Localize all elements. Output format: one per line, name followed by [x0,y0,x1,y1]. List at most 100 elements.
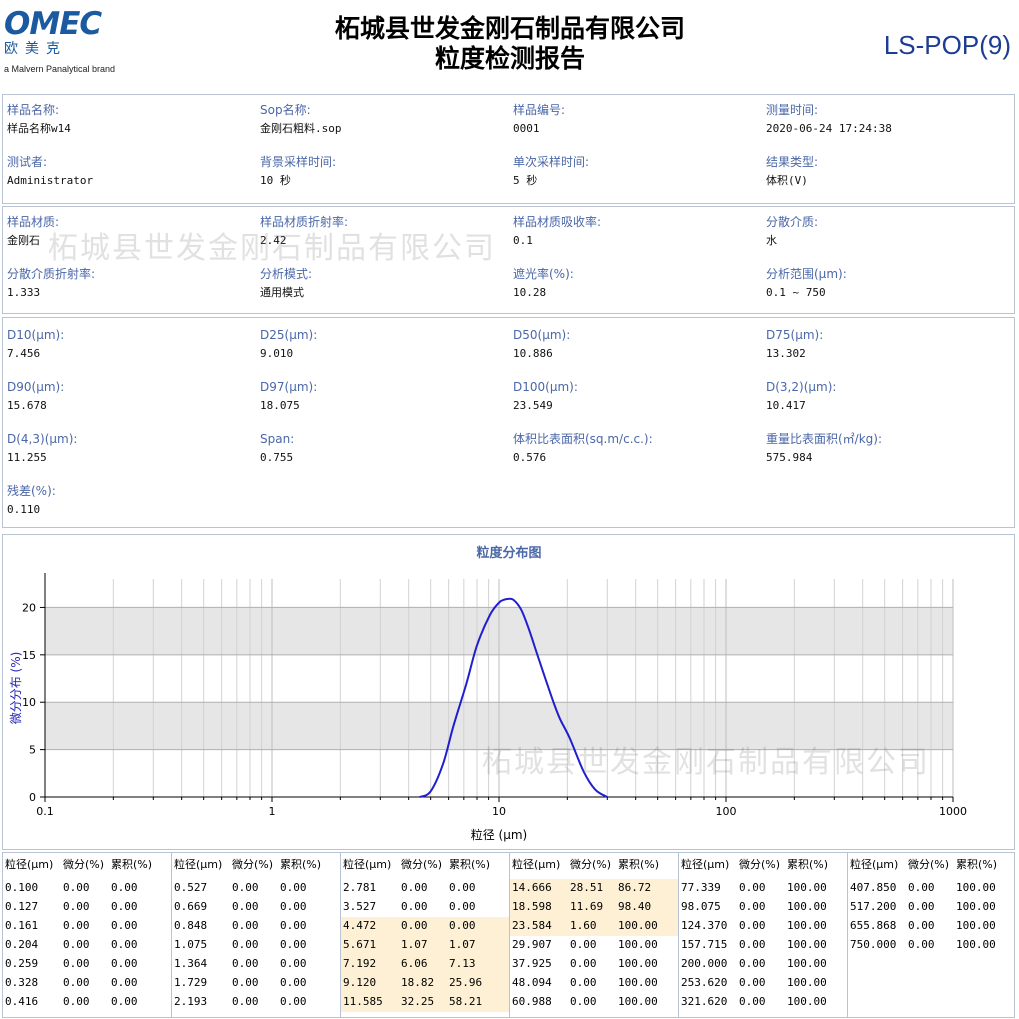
field-value: 0.755 [260,451,294,464]
table-cell: 0.00 [280,900,307,913]
table-cell: 0.259 [5,957,39,970]
table-cell: 0.00 [63,995,90,1008]
field-value: 9.010 [260,347,294,360]
table-header: 粒径(μm) [5,858,54,871]
table-cell: 0.00 [570,957,597,970]
field-label: D(3,2)(μm): [766,380,837,394]
table-header: 累积(%) [449,858,491,871]
x-tick-label: 1000 [939,805,967,818]
table-cell: 9.120 [343,976,377,989]
chart-title: 粒度分布图 [476,545,541,561]
result-residual: 残差(%): 0.110 [7,483,257,518]
table-cell: 0.00 [739,881,766,894]
table-cell: 157.715 [681,938,728,951]
field-label: 分散介质折射率: [7,267,96,281]
field-label: D75(μm): [766,328,824,342]
field-label: 测试者: [7,155,48,169]
field-label: 样品材质: [7,215,60,229]
table-row: 1.729 0.00 0.00 [172,974,340,993]
table-cell: 0.00 [280,957,307,970]
table-cell: 0.00 [449,900,476,913]
table-cell: 0.00 [232,919,259,932]
table-cell: 0.204 [5,938,39,951]
result-d100: D100(μm): 23.549 [513,379,763,414]
field-sop-name: Sop名称: 金刚石粗料.sop [260,102,510,137]
table-cell: 2.193 [174,995,208,1008]
field-label: D100(μm): [513,380,578,394]
table-cell: 100.00 [618,957,658,970]
table-cell: 100.00 [618,938,658,951]
x-tick-label: 0.1 [36,805,54,818]
table-cell: 37.925 [512,957,552,970]
table-cell: 0.00 [908,900,935,913]
field-label: 遮光率(%): [513,267,574,281]
table-cell: 124.370 [681,919,728,932]
field-value: 体积(V) [766,174,808,187]
field-value: 水 [766,234,777,247]
table-cell: 0.00 [739,900,766,913]
result-d97: D97(μm): 18.075 [260,379,510,414]
table-cell: 0.161 [5,919,39,932]
table-block: 粒径(μm) 微分(%) 累积(%) 0.527 0.00 0.00 0.669 0.00 0.… [171,853,339,1017]
field-value: 575.984 [766,451,813,464]
table-cell: 100.00 [787,957,827,970]
field-label: 样品材质吸收率: [513,215,602,229]
table-row: 48.094 0.00 100.00 [510,974,678,993]
table-cell: 0.00 [232,976,259,989]
field-label: D10(μm): [7,328,65,342]
table-row: 1.364 0.00 0.00 [172,955,340,974]
table-cell: 0.00 [63,976,90,989]
table-cell: 0.00 [570,938,597,951]
table-cell: 0.00 [908,881,935,894]
table-cell: 0.00 [111,900,138,913]
table-header: 粒径(μm) [343,858,392,871]
field-label: D50(μm): [513,328,571,342]
table-row: 0.416 0.00 0.00 [3,993,171,1012]
field-dispersant: 分散介质: 水 [766,214,1016,249]
table-cell: 18.598 [512,900,552,913]
table-cell: 0.00 [401,919,428,932]
report-name: 粒度检测报告 [434,44,585,73]
table-cell: 3.527 [343,900,377,913]
table-cell: 77.339 [681,881,721,894]
table-row: 407.850 0.00 100.00 [848,879,1016,898]
field-value: 样品名称w14 [7,122,71,135]
field-value: 0.1 ~ 750 [766,286,826,299]
table-header: 微分(%) [570,858,612,871]
table-header: 累积(%) [111,858,153,871]
table-cell: 100.00 [787,919,827,932]
table-cell: 1.60 [570,919,597,932]
field-measure-time: 测量时间: 2020-06-24 17:24:38 [766,102,1016,137]
table-row: 0.127 0.00 0.00 [3,898,171,917]
table-row: 4.472 0.00 0.00 [341,917,509,936]
x-tick-label: 1 [269,805,276,818]
field-value: 13.302 [766,347,806,360]
field-value: 5 秒 [513,174,538,187]
field-value: 23.549 [513,399,553,412]
table-cell: 0.00 [63,919,90,932]
results-panel: D10(μm): 7.456 D25(μm): 9.010 D50(μm): 1… [2,317,1015,528]
table-cell: 253.620 [681,976,728,989]
table-cell: 23.584 [512,919,552,932]
field-label: 残差(%): [7,484,56,498]
y-tick-label: 0 [29,791,36,804]
table-cell: 0.00 [739,919,766,932]
field-value: 金刚石 [7,234,40,247]
y-tick-label: 15 [22,649,36,662]
field-value: 0.110 [7,503,41,516]
table-cell: 100.00 [956,919,996,932]
table-cell: 0.00 [111,881,138,894]
field-label: D90(μm): [7,380,65,394]
table-cell: 48.094 [512,976,552,989]
table-cell: 25.96 [449,976,483,989]
report-code: LS-POP(9) [883,30,1011,60]
result-span: Span: 0.755 [260,431,510,466]
field-label: D97(μm): [260,380,318,394]
field-label: 分散介质: [766,215,819,229]
table-row: 0.100 0.00 0.00 [3,879,171,898]
table-row: 60.988 0.00 100.00 [510,993,678,1012]
company-logo: OMEC 欧美克 a Malvern Panalytical brand [4,8,129,76]
table-cell: 29.907 [512,938,552,951]
result-d75: D75(μm): 13.302 [766,327,1016,362]
field-value: 通用模式 [260,286,304,299]
